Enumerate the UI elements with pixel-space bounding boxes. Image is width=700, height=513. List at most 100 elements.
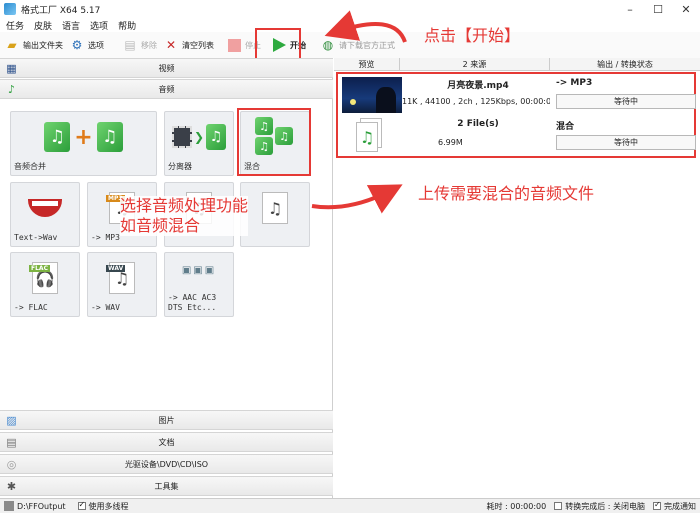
tile-label: -> WAV — [91, 303, 120, 312]
category-audio[interactable]: ♪ 音频 — [0, 79, 333, 99]
music-note-icon: ♫ — [206, 124, 227, 150]
elapsed-time: 耗时 : 00:00:00 — [486, 501, 547, 511]
app-icon — [4, 3, 16, 15]
header-source[interactable]: 2 来源 — [400, 58, 550, 70]
task-row[interactable]: ♫ 2 File(s) 6.99M 混合 等待中 — [338, 116, 696, 156]
task-list: 月亮夜景.mp4 11K , 44100 , 2ch , 125Kbps, 00… — [336, 72, 696, 158]
output-path-icon — [4, 501, 14, 511]
task-source-name: 月亮夜景.mp4 — [447, 81, 509, 91]
plus-icon: + — [74, 124, 93, 150]
menu-task[interactable]: 任务 — [6, 19, 24, 32]
tile-label: Text->Wav — [14, 233, 58, 242]
header-output[interactable]: 输出 / 转换状态 — [550, 58, 700, 70]
task-status[interactable]: 等待中 — [556, 135, 696, 150]
category-image-label: 图片 — [158, 415, 175, 425]
music-note-icon: ♫ — [96, 122, 123, 152]
clear-list-button[interactable]: ✕ 清空列表 — [163, 34, 214, 56]
close-button[interactable]: ✕ — [672, 0, 700, 18]
category-tools-label: 工具集 — [154, 481, 179, 491]
window-title: 格式工厂 X64 5.17 — [21, 5, 101, 16]
minimize-button[interactable]: – — [616, 0, 644, 18]
start-highlight-box — [255, 28, 301, 60]
audio-file-icon: ♫ — [262, 192, 288, 224]
tile-to-aac-ac3[interactable]: ▣▣▣ -> AAC AC3 DTS Etc... — [164, 252, 234, 317]
title-bar: 格式工厂 X64 5.17 – ☐ ✕ — [0, 0, 700, 18]
clear-list-label: 清空列表 — [182, 40, 214, 50]
toolbar: ▰ 输出文件夹 ⚙ 选项 ▤ 移除 ✕ 清空列表 停止 开始 ◍ 请下载官方正式 — [0, 32, 700, 58]
category-document[interactable]: ▤ 文档 — [0, 432, 333, 452]
wav-file-icon: WAV ♫ — [106, 262, 135, 294]
annotation-click-start: 点击【开始】 — [424, 26, 521, 45]
mouth-icon — [28, 199, 62, 217]
multithread-checkbox[interactable] — [77, 500, 86, 510]
category-disc-label: 光驱设备\DVD\CD\ISO — [124, 459, 209, 469]
options-label: 选项 — [88, 40, 104, 50]
tile-label: -> AAC AC3 DTS Etc... — [168, 293, 217, 312]
options-button[interactable]: ⚙ 选项 — [69, 34, 104, 56]
mix-files-icon: ♫ — [356, 118, 386, 154]
tile-audio-join[interactable]: ♫ + ♫ 音频合并 — [10, 111, 157, 176]
after-convert-checkbox[interactable] — [554, 502, 563, 510]
header-preview[interactable]: 预览 — [334, 58, 400, 70]
remove-label: 移除 — [141, 40, 157, 50]
video-thumbnail — [342, 77, 402, 113]
download-label: 请下载官方正式 — [339, 40, 395, 50]
tile-to-wav[interactable]: WAV ♫ -> WAV — [87, 252, 157, 317]
category-video-label: 视频 — [158, 63, 175, 73]
flac-file-icon: FLAC 🎧 — [29, 262, 58, 294]
clear-icon: ✕ — [165, 38, 177, 52]
tile-label: -> MP3 — [91, 233, 120, 242]
tile-label: -> FLAC — [14, 303, 48, 312]
film-icon — [171, 126, 192, 148]
task-source-name: 2 File(s) — [457, 119, 499, 129]
notify-checkbox[interactable] — [653, 500, 661, 510]
tile-splitter[interactable]: ❯ ♫ 分离器 — [164, 111, 234, 176]
task-output-format: -> MP3 — [556, 78, 593, 88]
arrow-right-icon: ❯ — [193, 130, 205, 144]
task-source-info: 11K , 44100 , 2ch , 125Kbps, 00:00:0 — [402, 97, 550, 106]
menu-language[interactable]: 语言 — [62, 19, 80, 32]
annotation-select-function: 选择音频处理功能 如音频混合 — [120, 196, 249, 236]
music-note-icon: ♪ — [7, 83, 16, 96]
category-image[interactable]: ▨ 图片 — [0, 410, 333, 430]
tile-label: 音频合并 — [14, 162, 46, 171]
annotation-upload-files: 上传需要混合的音频文件 — [418, 184, 595, 203]
output-folder-label: 输出文件夹 — [23, 40, 63, 50]
tools-icon: ✱ — [6, 480, 17, 493]
folder-icon: ▰ — [7, 38, 17, 52]
right-panel: 预览 2 来源 输出 / 转换状态 月亮夜景.mp4 11K , 44100 ,… — [334, 58, 700, 498]
category-tools[interactable]: ✱ 工具集 — [0, 476, 333, 496]
maximize-button[interactable]: ☐ — [644, 0, 672, 18]
gear-icon: ⚙ — [71, 38, 83, 52]
globe-icon: ◍ — [322, 38, 334, 52]
remove-icon: ▤ — [124, 38, 136, 52]
list-header: 预览 2 来源 输出 / 转换状态 — [334, 58, 700, 71]
menu-bar: 任务 皮肤 语言 选项 帮助 — [0, 18, 146, 32]
category-video[interactable]: ▦ 视频 — [0, 58, 333, 78]
menu-skin[interactable]: 皮肤 — [34, 19, 52, 32]
output-folder-button[interactable]: ▰ 输出文件夹 — [4, 34, 63, 56]
disc-icon: ◎ — [6, 458, 17, 471]
menu-options[interactable]: 选项 — [90, 19, 108, 32]
tile-text-to-wav[interactable]: Text->Wav — [10, 182, 80, 247]
mix-highlight-box — [237, 108, 311, 176]
remove-button[interactable]: ▤ 移除 — [122, 34, 157, 56]
category-disc[interactable]: ◎ 光驱设备\DVD\CD\ISO — [0, 454, 333, 474]
status-bar: D:\FFOutput 使用多线程 耗时 : 00:00:00 转换完成后 : … — [0, 498, 700, 513]
menu-help[interactable]: 帮助 — [118, 19, 136, 32]
tile-to-flac[interactable]: FLAC 🎧 -> FLAC — [10, 252, 80, 317]
tile-to-format-b[interactable]: ♫ — [240, 182, 310, 247]
multithread-label: 使用多线程 — [88, 501, 129, 511]
task-status[interactable]: 等待中 — [556, 94, 696, 109]
audio-formats-icon: ▣▣▣ — [181, 264, 217, 276]
image-icon: ▨ — [6, 414, 17, 427]
task-row[interactable]: 月亮夜景.mp4 11K , 44100 , 2ch , 125Kbps, 00… — [338, 75, 696, 115]
download-button[interactable]: ◍ 请下载官方正式 — [320, 34, 395, 56]
tile-label: 分离器 — [168, 162, 192, 171]
stop-icon — [226, 37, 242, 53]
category-document-label: 文档 — [158, 437, 175, 447]
document-icon: ▤ — [6, 436, 17, 449]
output-path[interactable]: D:\FFOutput — [17, 502, 66, 511]
notify-label: 完成通知 — [664, 501, 696, 511]
task-output-format: 混合 — [556, 122, 575, 132]
